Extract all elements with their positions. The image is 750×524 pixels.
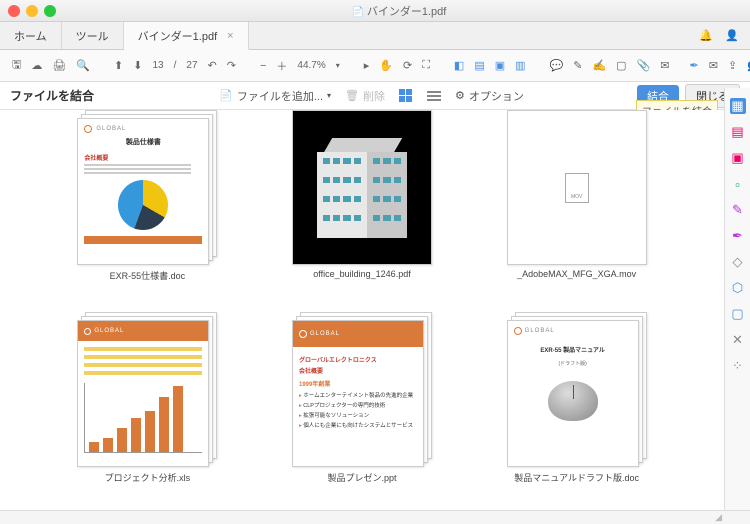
file-name: プロジェクト分析.xls [105,471,191,484]
edit-tool-icon[interactable]: ✎ [730,202,746,218]
zoom-in-icon[interactable]: ＋ [276,58,287,74]
list-icon [427,91,441,101]
stamp-tool-icon[interactable]: ▢ [730,306,746,322]
save-icon[interactable]: 🖫 [12,58,21,74]
comment-icon[interactable]: 💬 [550,58,564,74]
comment-tool-icon[interactable]: ◇ [730,254,746,270]
crop-icon[interactable]: ◧ [454,58,464,74]
table-icon [84,347,202,375]
zoom-window-button[interactable] [44,5,56,17]
page-total: 27 [186,60,197,71]
redact-icon[interactable]: ▤ [474,58,484,74]
thumbnail [292,110,432,265]
rotate-icon[interactable]: ⟳ [403,58,412,74]
export-tool-icon[interactable]: ▣ [730,150,746,166]
form-icon[interactable]: ▥ [515,58,525,74]
page-up-icon[interactable]: ⬆ [114,58,123,74]
file-item[interactable]: office_building_1246.pdf [265,110,460,282]
minimize-window-button[interactable] [26,5,38,17]
tab-home[interactable]: ホーム [0,22,62,49]
sign-tool-icon[interactable]: ✒ [730,228,746,244]
edit-icon[interactable]: ▣ [495,58,505,74]
page-down-icon[interactable]: ⬇ [133,58,142,74]
right-tools-panel: ▦ ▤ ▣ ▫ ✎ ✒ ◇ ⬡ ▢ ✕ ⁘ [724,88,750,510]
file-item[interactable]: GLOBAL 製品仕様書 会社概要 EXR-55仕様書.doc [50,110,245,282]
organize-tool-icon[interactable]: ▤ [730,124,746,140]
close-tab-icon[interactable]: × [227,30,233,42]
search-icon[interactable]: 🔍 [76,58,90,74]
pie-chart-icon [118,180,168,230]
file-name: office_building_1246.pdf [313,269,410,279]
hand-icon[interactable]: ✋ [379,58,393,74]
protect-tool-icon[interactable]: ⬡ [730,280,746,296]
bar-chart-icon [84,383,202,453]
tab-tools[interactable]: ツール [62,22,124,49]
fit-width-icon[interactable]: ⛶ [422,58,430,74]
file-name: 製品マニュアルドラフト版.doc [514,471,639,484]
file-name: 製品プレゼン.ppt [327,471,396,484]
share-icon[interactable]: ⇪ [728,58,737,74]
status-bar [0,510,750,524]
file-name: EXR-55仕様書.doc [110,269,186,282]
file-item[interactable]: GLOBAL EXR-55 製品マニュアル (ドラフト版) 製品マニュアルドラフ… [479,312,674,484]
cloud-icon[interactable]: ☁ [31,58,42,74]
redo-icon[interactable]: ↷ [227,58,236,74]
file-item[interactable]: _AdobeMAX_MFG_XGA.mov [479,110,674,282]
view-grid-button[interactable] [399,89,413,103]
delete-button[interactable]: 🗑 削除 [345,88,385,104]
stamp-icon[interactable]: ▢ [616,58,626,74]
share-mail-icon[interactable]: ✉ [709,58,718,74]
mov-file-icon [565,173,589,203]
options-button[interactable]: ⚙ オプション [455,88,524,104]
document-tabs: ホーム ツール バインダー1.pdf × 🔔 👤 [0,22,750,50]
highlight-icon[interactable]: ✎ [573,58,582,74]
account-icon[interactable]: 👤 [724,28,740,44]
file-grid: GLOBAL 製品仕様書 会社概要 EXR-55仕様書.doc office_b… [0,110,724,510]
window-title: バインダー1.pdf [56,3,742,19]
compress-tool-icon[interactable]: ▫ [730,176,746,192]
print-icon[interactable]: 🖨 [52,58,66,74]
thumbnail: GLOBAL [77,320,209,467]
attach-icon[interactable]: 📎 [637,58,651,74]
measure-tool-icon[interactable]: ✕ [730,332,746,348]
thumbnail: GLOBAL EXR-55 製品マニュアル (ドラフト版) [507,320,639,467]
add-files-button[interactable]: 📄 ファイルを追加... ▾ [219,88,331,104]
tab-document[interactable]: バインダー1.pdf × [124,22,249,50]
zoom-out-icon[interactable]: − [260,58,266,74]
sign-doc-icon[interactable]: ✒ [690,58,699,74]
file-name: _AdobeMAX_MFG_XGA.mov [517,269,636,279]
resize-handle-icon[interactable]: ◢ [715,512,722,523]
file-item[interactable]: GLOBAL プロジェクト分析.xls [50,312,245,484]
window-titlebar: バインダー1.pdf [0,0,750,22]
more-tool-icon[interactable]: ⁘ [730,358,746,374]
notifications-icon[interactable]: 🔔 [698,28,714,44]
thumbnail: GLOBAL グローバルエレクトロニクス 会社概要 1999年創業 ホームエンタ… [292,320,424,467]
thumbnail: GLOBAL 製品仕様書 会社概要 [77,118,209,265]
sign-icon[interactable]: ✍ [592,58,606,74]
mouse-image [548,381,598,421]
file-item[interactable]: GLOBAL グローバルエレクトロニクス 会社概要 1999年創業 ホームエンタ… [265,312,460,484]
select-icon[interactable]: ▸ [364,58,370,74]
main-toolbar: 🖫 ☁ 🖨 🔍 ⬆ ⬇ 13 / 27 ↶ ↷ − ＋ 44.7% ▾ ▸ ✋ … [0,50,750,82]
close-window-button[interactable] [8,5,20,17]
grid-icon [399,89,413,103]
view-list-button[interactable] [427,91,441,101]
thumbnail [507,110,647,265]
panel-title: ファイルを結合 [10,87,106,104]
undo-icon[interactable]: ↶ [208,58,217,74]
page-current[interactable]: 13 [152,60,163,71]
send-icon[interactable]: ✉ [660,58,669,74]
zoom-level[interactable]: 44.7% [297,60,325,71]
combine-tool-icon[interactable]: ▦ [730,98,746,114]
